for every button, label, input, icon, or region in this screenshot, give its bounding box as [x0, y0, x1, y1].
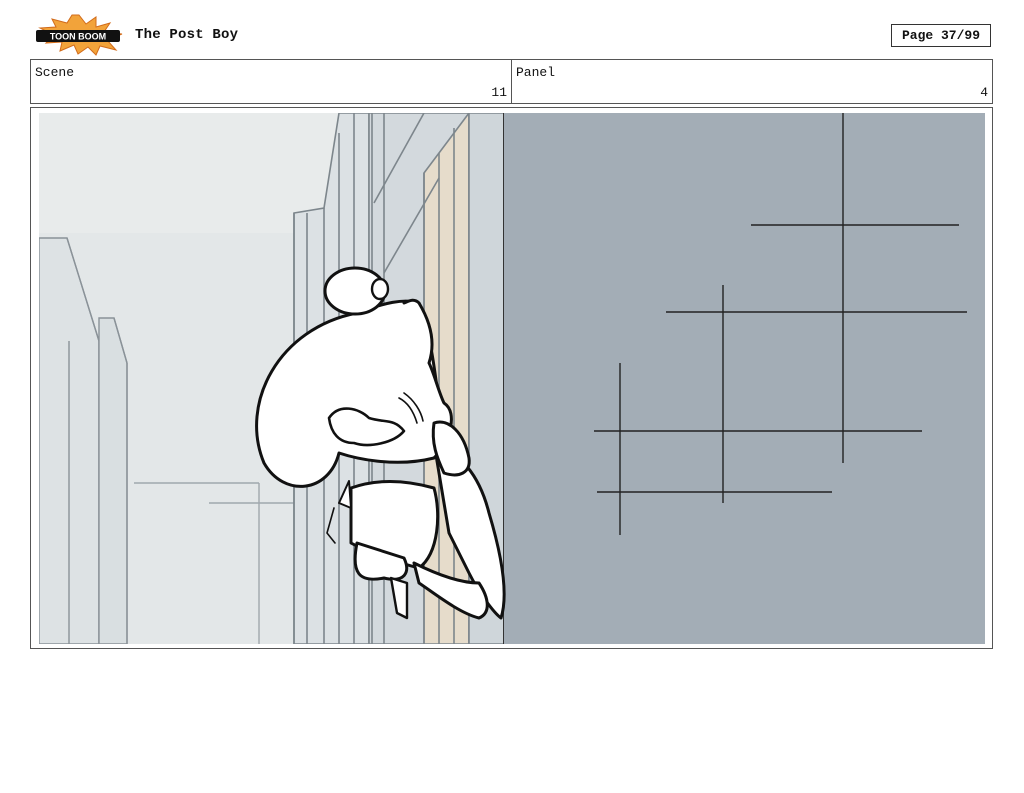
- panel-label: Panel: [516, 65, 556, 80]
- scene-label: Scene: [35, 65, 75, 80]
- toon-boom-logo: TOON BOOM: [36, 14, 123, 56]
- panel-number: 4: [980, 85, 988, 100]
- scene-panel-bar: Scene 11 Panel 4: [30, 59, 993, 104]
- storyboard-title: The Post Boy: [135, 27, 239, 43]
- panel-cell: Panel 4: [512, 60, 992, 103]
- page-indicator: Page 37/99: [891, 24, 991, 47]
- right-wall: [504, 113, 985, 644]
- storyboard-panel-image: [39, 113, 985, 644]
- scene-number: 11: [491, 85, 507, 100]
- scene-cell: Scene 11: [31, 60, 512, 103]
- logo-text: TOON BOOM: [50, 32, 106, 42]
